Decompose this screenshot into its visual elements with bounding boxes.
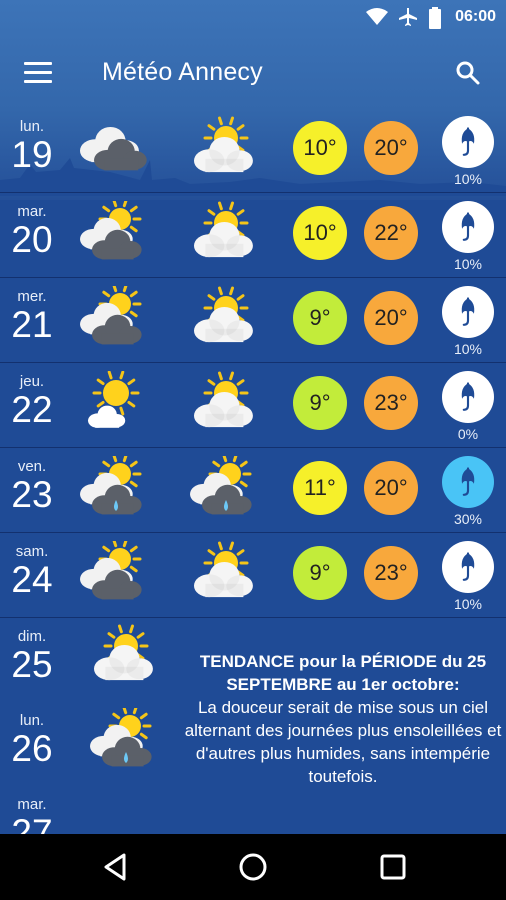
max-temp-badge: 20°	[364, 291, 418, 345]
min-temp-badge: 10°	[293, 206, 347, 260]
clock: 06:00	[455, 8, 496, 25]
forecast-row[interactable]: jeu. 22 9° 23° 0%	[0, 363, 506, 448]
date-number: 21	[11, 304, 53, 345]
afternoon-weather-icon	[194, 201, 253, 258]
status-bar: 06:00	[0, 0, 506, 36]
search-icon[interactable]	[455, 60, 481, 86]
weekday-label: lun.	[19, 118, 45, 135]
trend-body: La douceur serait de mise sous un ciel a…	[184, 698, 502, 786]
weekday-label: dim.	[17, 628, 47, 645]
min-temp-badge: 11°	[293, 461, 347, 515]
recents-icon[interactable]	[378, 852, 408, 882]
max-temp-badge: 23°	[364, 376, 418, 430]
umbrella-icon	[461, 467, 475, 496]
afternoon-weather-icon	[190, 453, 252, 515]
umbrella-icon	[461, 297, 475, 326]
forecast-list[interactable]: lun. 19 10° 20° 10% mar. 20 10° 22° 10% …	[0, 108, 506, 618]
weekday-label: mar.	[17, 796, 47, 813]
rain-probability-badge	[442, 201, 494, 253]
page-title: Météo Annecy	[102, 58, 263, 86]
forecast-row[interactable]: mer. 21 9° 20° 10%	[0, 278, 506, 363]
battery-icon	[429, 7, 441, 29]
date-number: 19	[11, 134, 53, 175]
trend-text: TENDANCE pour la PÉRIODE du 25 SEPTEMBRE…	[180, 650, 506, 788]
rain-probability-badge	[442, 286, 494, 338]
rain-percent: 10%	[453, 256, 483, 272]
date-number: 20	[11, 219, 53, 260]
date-number: 23	[11, 474, 53, 515]
umbrella-icon	[461, 127, 475, 156]
wifi-icon	[366, 8, 388, 25]
rain-percent: 10%	[453, 171, 483, 187]
rain-percent: 10%	[453, 341, 483, 357]
rain-probability-badge	[442, 371, 494, 423]
afternoon-weather-icon	[194, 116, 253, 173]
morning-weather-icon	[88, 370, 140, 428]
weekday-label: mer.	[17, 288, 47, 305]
umbrella-icon	[461, 552, 475, 581]
min-temp-badge: 9°	[293, 291, 347, 345]
date-number: 24	[11, 559, 53, 600]
forecast-row[interactable]: ven. 23 11° 20° 30%	[0, 448, 506, 533]
weekday-label: jeu.	[19, 373, 45, 390]
afternoon-weather-icon	[194, 286, 253, 343]
morning-weather-icon	[80, 283, 142, 345]
min-temp-badge: 9°	[293, 546, 347, 600]
navigation-bar	[0, 834, 506, 900]
trend-heading: TENDANCE pour la PÉRIODE du 25 SEPTEMBRE…	[199, 652, 487, 694]
rain-probability-badge	[442, 541, 494, 593]
umbrella-icon	[461, 212, 475, 241]
extended-weather-icon	[94, 624, 153, 681]
min-temp-badge: 10°	[293, 121, 347, 175]
max-temp-badge: 23°	[364, 546, 418, 600]
airplane-icon	[399, 8, 417, 26]
weekday-label: ven.	[17, 458, 47, 475]
weekday-label: sam.	[15, 543, 49, 560]
forecast-row[interactable]: sam. 24 9° 23° 10%	[0, 533, 506, 618]
app-toolbar: Météo Annecy	[0, 36, 506, 112]
forecast-row[interactable]: lun. 19 10° 20° 10%	[0, 108, 506, 193]
rain-percent: 30%	[453, 511, 483, 527]
umbrella-icon	[461, 382, 475, 411]
max-temp-badge: 20°	[364, 461, 418, 515]
hamburger-icon[interactable]	[24, 62, 52, 84]
home-icon[interactable]	[238, 852, 268, 882]
date-number: 26	[11, 728, 53, 769]
back-icon[interactable]	[100, 852, 130, 882]
morning-weather-icon	[80, 538, 142, 600]
rain-probability-badge	[442, 116, 494, 168]
weekday-label: lun.	[19, 712, 45, 729]
afternoon-weather-icon	[194, 371, 253, 428]
weekday-label: mar.	[17, 203, 47, 220]
min-temp-badge: 9°	[293, 376, 347, 430]
morning-weather-icon	[80, 198, 142, 260]
date-number: 22	[11, 389, 53, 430]
rain-percent: 0%	[457, 426, 479, 442]
rain-probability-badge	[442, 456, 494, 508]
morning-weather-icon	[80, 453, 142, 515]
extended-weather-icon	[90, 705, 152, 767]
max-temp-badge: 22°	[364, 206, 418, 260]
afternoon-weather-icon	[194, 541, 253, 598]
rain-percent: 10%	[453, 596, 483, 612]
morning-weather-icon	[80, 126, 147, 171]
max-temp-badge: 20°	[364, 121, 418, 175]
forecast-row[interactable]: mar. 20 10° 22° 10%	[0, 193, 506, 278]
date-number: 25	[11, 644, 53, 685]
